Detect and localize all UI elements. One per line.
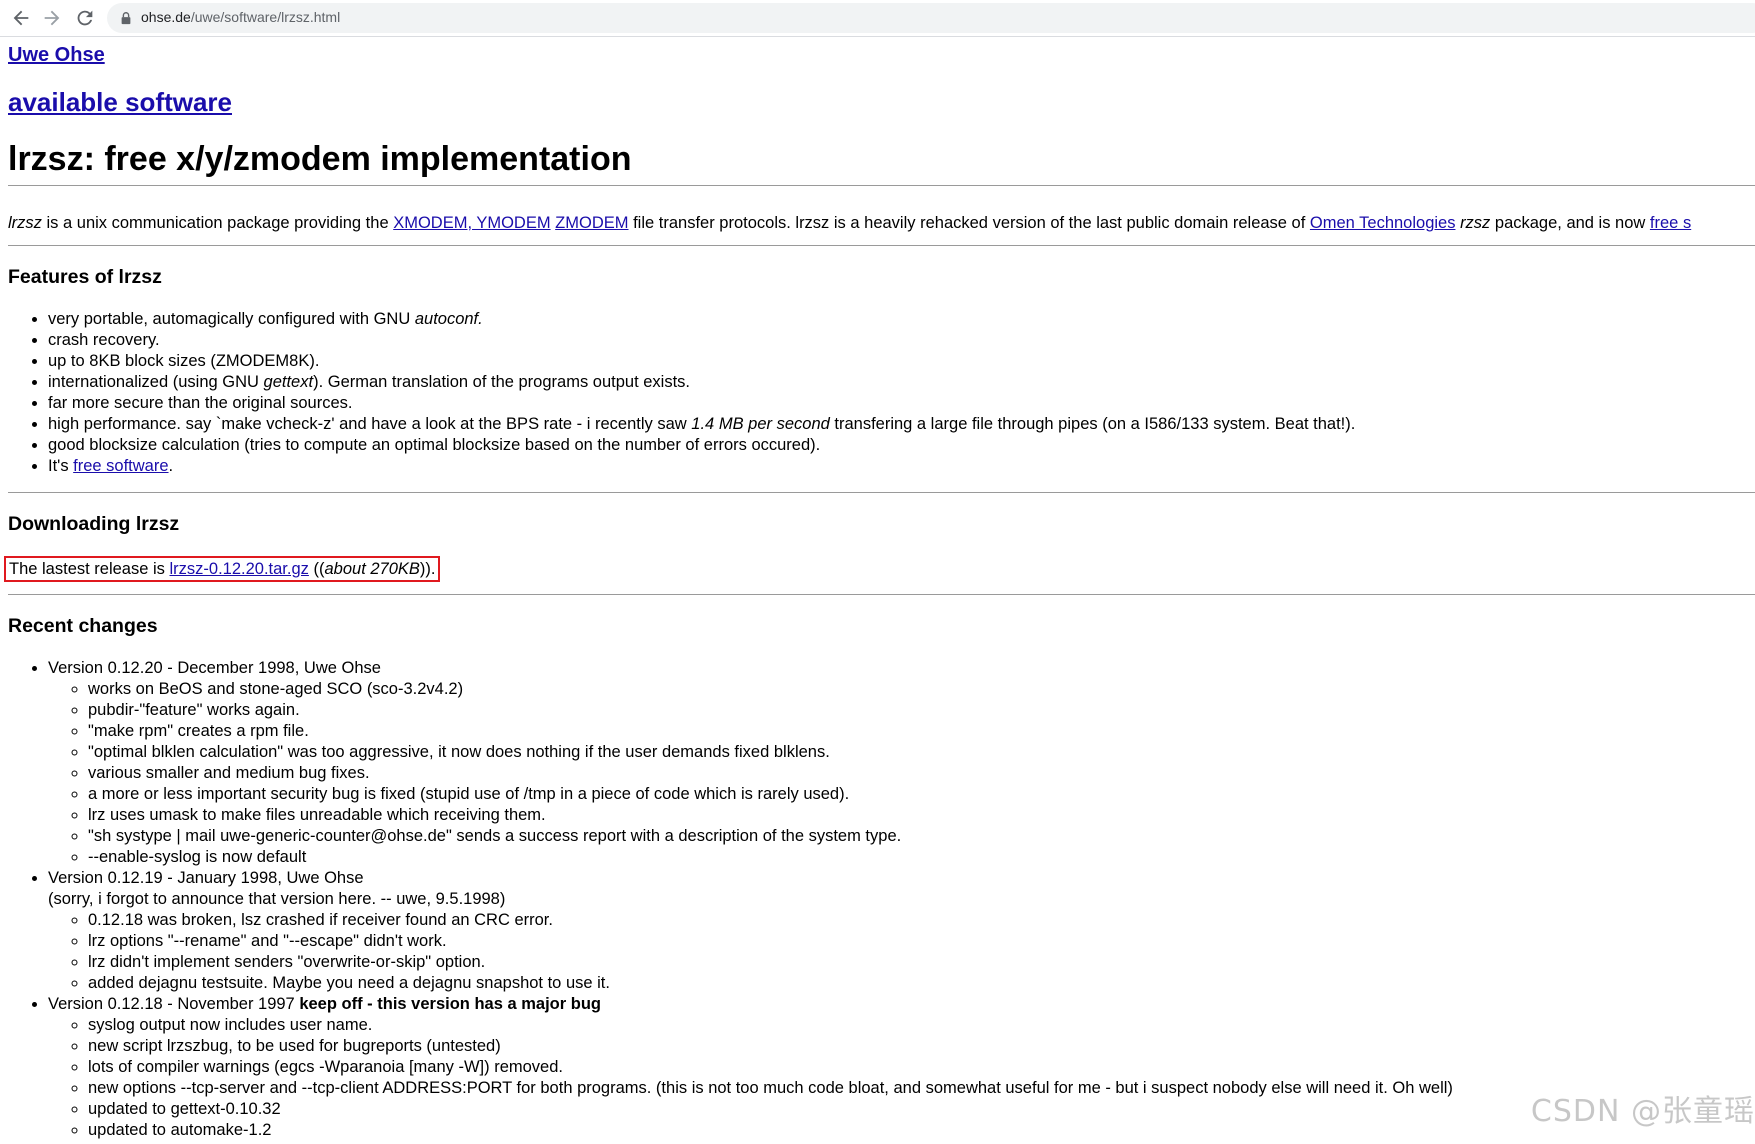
- feature-emphasis: 1.4 MB per second: [691, 415, 830, 433]
- change-item: syslog output now includes user name.: [88, 1015, 1453, 1036]
- change-item: lrz uses umask to make files unreadable …: [88, 805, 1453, 826]
- feature-item: internationalized (using GNU gettext). G…: [48, 372, 1355, 393]
- url-text[interactable]: ohse.de/uwe/software/lrzsz.html: [141, 9, 340, 25]
- browser-toolbar: ohse.de/uwe/software/lrzsz.html: [0, 0, 1755, 37]
- change-item: various smaller and medium bug fixes.: [88, 763, 1453, 784]
- divider: [8, 185, 1755, 186]
- change-item: updated to gettext-0.10.32: [88, 1099, 1453, 1120]
- release-text: ((: [308, 560, 325, 578]
- feature-item: crash recovery.: [48, 330, 1355, 351]
- divider: [8, 594, 1755, 595]
- release-size: about 270KB: [324, 560, 420, 578]
- free-software-link[interactable]: free software: [73, 457, 168, 475]
- change-item: new options --tcp-server and --tcp-clien…: [88, 1078, 1453, 1099]
- change-item: added dejagnu testsuite. Maybe you need …: [88, 973, 1453, 994]
- change-item: "optimal blklen calculation" was too agg…: [88, 742, 1453, 763]
- rzsz-name: rzsz: [1460, 214, 1491, 232]
- intro-paragraph: lrzsz is a unix communication package pr…: [8, 214, 1691, 233]
- change-item: pubdir-"feature" works again.: [88, 700, 1453, 721]
- feature-item: It's free software.: [48, 456, 1355, 477]
- feature-item: very portable, automagically configured …: [48, 309, 1355, 330]
- feature-text: ). German translation of the programs ou…: [313, 373, 690, 391]
- release-text: The lastest release is: [9, 560, 170, 578]
- change-item: --enable-syslog is now default: [88, 847, 1453, 868]
- url-host: ohse.de: [141, 9, 191, 25]
- intro-text: package, and is now: [1490, 214, 1650, 232]
- intro-text: is a unix communication package providin…: [41, 214, 394, 232]
- lrzsz-name: lrzsz: [8, 214, 42, 232]
- feature-text: very portable, automagically configured …: [48, 310, 415, 328]
- feature-emphasis: gettext: [263, 373, 314, 391]
- version-item: Version 0.12.19 - January 1998, Uwe Ohse…: [48, 868, 1453, 994]
- change-item: lrz options "--rename" and "--escape" di…: [88, 931, 1453, 952]
- zmodem-link[interactable]: ZMODEM: [555, 214, 628, 232]
- change-sublist: works on BeOS and stone-aged SCO (sco-3.…: [48, 679, 1453, 868]
- change-item: new script lrzszbug, to be used for bugr…: [88, 1036, 1453, 1057]
- divider: [8, 492, 1755, 493]
- lock-icon[interactable]: [119, 11, 133, 25]
- version-item: Version 0.12.20 - December 1998, Uwe Ohs…: [48, 658, 1453, 868]
- change-item: "sh systype | mail uwe-generic-counter@o…: [88, 826, 1453, 847]
- change-item: lots of compiler warnings (egcs -Wparano…: [88, 1057, 1453, 1078]
- feature-item: far more secure than the original source…: [48, 393, 1355, 414]
- downloading-heading: Downloading lrzsz: [8, 513, 180, 535]
- feature-emphasis: autoconf.: [414, 310, 483, 328]
- features-heading: Features of lrzsz: [8, 266, 162, 288]
- latest-release-highlight: The lastest release is lrzsz-0.12.20.tar…: [4, 556, 441, 582]
- divider: [8, 245, 1755, 246]
- address-bar[interactable]: ohse.de/uwe/software/lrzsz.html: [107, 3, 1755, 33]
- feature-text: high performance. say `make vcheck-z' an…: [48, 415, 692, 433]
- feature-item: good blocksize calculation (tries to com…: [48, 435, 1355, 456]
- changes-list: Version 0.12.20 - December 1998, Uwe Ohs…: [8, 658, 1453, 1141]
- version-note: (sorry, i forgot to announce that versio…: [48, 890, 506, 908]
- site-home-link[interactable]: Uwe Ohse: [8, 44, 105, 67]
- release-text: )).: [419, 560, 436, 578]
- feature-text: It's: [48, 457, 74, 475]
- page-title: lrzsz: free x/y/zmodem implementation: [8, 140, 632, 178]
- features-list: very portable, automagically configured …: [8, 309, 1355, 477]
- version-warning: keep off - this version has a major bug: [299, 995, 601, 1013]
- change-sublist: syslog output now includes user name. ne…: [48, 1015, 1453, 1141]
- change-item: a more or less important security bug is…: [88, 784, 1453, 805]
- version-title: Version 0.12.18 - November 1997: [48, 995, 300, 1013]
- change-item: works on BeOS and stone-aged SCO (sco-3.…: [88, 679, 1453, 700]
- version-title: Version 0.12.20 - December 1998, Uwe Ohs…: [48, 659, 381, 677]
- feature-text: transfering a large file through pipes (…: [829, 415, 1356, 433]
- csdn-watermark: CSDN @张童瑶: [1530, 1094, 1755, 1129]
- xmodem-ymodem-link[interactable]: XMODEM, YMODEM: [393, 214, 550, 232]
- omen-technologies-link[interactable]: Omen Technologies: [1310, 214, 1456, 232]
- url-path: /uwe/software/lrzsz.html: [190, 9, 341, 25]
- intro-text: file transfer protocols. lrzsz is a heav…: [628, 214, 1310, 232]
- reload-icon[interactable]: [74, 7, 96, 29]
- feature-text: internationalized (using GNU: [48, 373, 264, 391]
- free-software-link[interactable]: free s: [1650, 214, 1691, 232]
- change-item: 0.12.18 was broken, lsz crashed if recei…: [88, 910, 1453, 931]
- recent-changes-heading: Recent changes: [8, 615, 158, 637]
- change-item: lrz didn't implement senders "overwrite-…: [88, 952, 1453, 973]
- back-arrow-icon[interactable]: [10, 7, 32, 29]
- download-tarball-link[interactable]: lrzsz-0.12.20.tar.gz: [170, 560, 309, 578]
- feature-item: high performance. say `make vcheck-z' an…: [48, 414, 1355, 435]
- version-title: Version 0.12.19 - January 1998, Uwe Ohse: [48, 869, 364, 887]
- feature-item: up to 8KB block sizes (ZMODEM8K).: [48, 351, 1355, 372]
- change-sublist: 0.12.18 was broken, lsz crashed if recei…: [48, 910, 1453, 994]
- available-software-link[interactable]: available software: [8, 87, 232, 118]
- feature-text: .: [168, 457, 174, 475]
- forward-arrow-icon[interactable]: [41, 7, 63, 29]
- change-item: updated to automake-1.2: [88, 1120, 1453, 1141]
- change-item: "make rpm" creates a rpm file.: [88, 721, 1453, 742]
- version-item: Version 0.12.18 - November 1997 keep off…: [48, 994, 1453, 1141]
